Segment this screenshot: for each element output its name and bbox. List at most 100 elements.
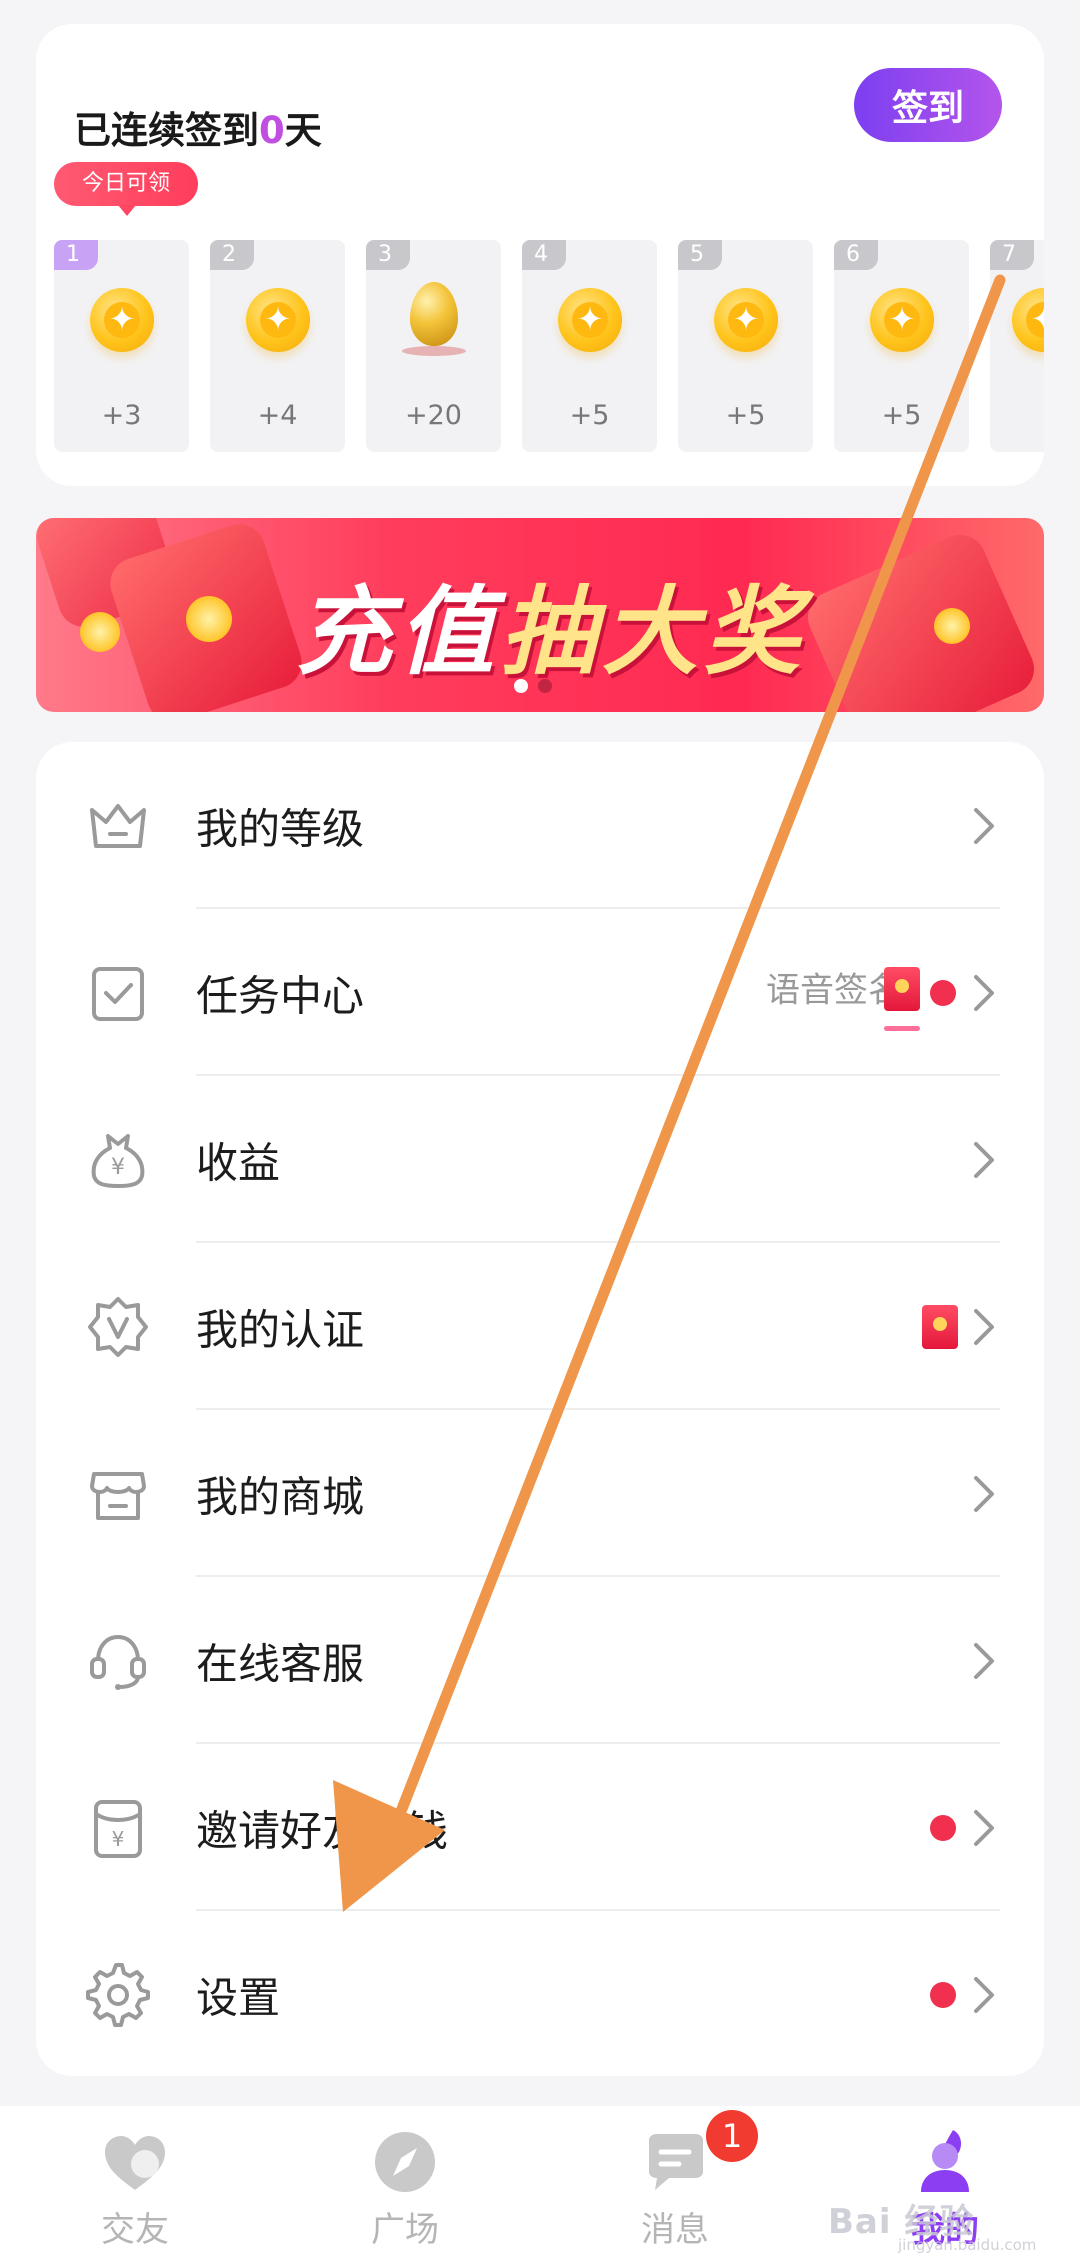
chevron-right-icon	[966, 1639, 1002, 1683]
notification-dot	[930, 1814, 956, 1841]
chevron-right-icon	[966, 1973, 1002, 2017]
menu-list-card: 我的等级 任务中心 语音签名 ¥ 收益 我的认证 我的商城 在线客服 ¥ 邀请好…	[36, 742, 1044, 2076]
menu-label: 在线客服	[196, 1639, 365, 1688]
profile-icon	[909, 2126, 981, 2198]
menu-label: 我的认证	[196, 1305, 365, 1354]
banner-dot	[538, 679, 552, 693]
checkin-day-3[interactable]: 3 +20	[366, 240, 501, 452]
menu-label: 我的商城	[196, 1472, 365, 1521]
egg-shadow	[402, 346, 466, 356]
day-reward: +20	[405, 400, 462, 431]
coin-icon	[1012, 288, 1044, 352]
chat-bubble-icon	[639, 2126, 711, 2198]
day-number: 3	[366, 240, 410, 270]
watermark-url: jingyan.baidu.com	[898, 2236, 1037, 2254]
menu-label: 邀请好友赚钱	[196, 1806, 449, 1855]
menu-label: 任务中心	[196, 971, 365, 1020]
chevron-right-icon	[966, 1305, 1002, 1349]
checkin-day-5[interactable]: 5 +5	[678, 240, 813, 452]
checkin-day-1[interactable]: 1 +3	[54, 240, 189, 452]
menu-item-my-shop[interactable]: 我的商城	[36, 1410, 1044, 1577]
checkin-streak-days: 0	[259, 109, 285, 152]
coin-icon	[558, 288, 622, 352]
coin-icon	[870, 288, 934, 352]
nav-label: 广场	[371, 2210, 439, 2250]
gold-coin-decoration	[80, 612, 120, 652]
day-reward: +4	[257, 400, 298, 431]
nav-label: 消息	[641, 2210, 709, 2250]
coin-icon	[246, 288, 310, 352]
recharge-lottery-banner[interactable]: 充值抽大奖	[36, 518, 1044, 712]
banner-title-main: 充值	[296, 576, 500, 688]
checkin-title-prefix: 已连续签到	[74, 109, 259, 152]
day-number: 5	[678, 240, 722, 270]
checkin-day-2[interactable]: 2 +4	[210, 240, 345, 452]
money-bag-icon: ¥	[84, 1126, 152, 1194]
gold-coin-decoration	[186, 596, 232, 642]
unread-message-badge: 1	[706, 2110, 758, 2162]
banner-title: 充值抽大奖	[296, 554, 836, 693]
chevron-right-icon	[966, 1472, 1002, 1516]
chevron-right-icon	[966, 1138, 1002, 1182]
red-packet-underline	[884, 1026, 920, 1031]
nav-tab-messages[interactable]: 1 消息	[540, 2106, 810, 2259]
svg-text:¥: ¥	[112, 1827, 125, 1851]
shop-icon	[84, 1460, 152, 1528]
notification-dot	[930, 1981, 956, 2008]
checkin-day-4[interactable]: 4 +5	[522, 240, 657, 452]
golden-egg-icon	[410, 282, 458, 346]
today-claimable-tag: 今日可领	[54, 162, 198, 216]
invite-envelope-icon: ¥	[84, 1794, 152, 1862]
compass-icon	[369, 2126, 441, 2198]
svg-text:¥: ¥	[111, 1155, 125, 1180]
menu-label: 设置	[196, 1973, 281, 2022]
coin-icon	[714, 288, 778, 352]
day-number: 1	[54, 240, 98, 270]
red-packet-icon	[922, 1304, 958, 1349]
checkin-title-suffix: 天	[284, 109, 322, 152]
checkin-day-strip[interactable]: 1 +3 2 +4 3 +20 4 +5 5 +5 6 +5	[54, 216, 1044, 452]
red-envelope-decoration	[799, 526, 1043, 712]
day-reward: +5	[881, 400, 922, 431]
chevron-right-icon	[966, 1806, 1002, 1850]
menu-item-online-service[interactable]: 在线客服	[36, 1577, 1044, 1744]
checkin-day-6[interactable]: 6 +5	[834, 240, 969, 452]
voice-signature-hint: 语音签名	[766, 970, 902, 1011]
red-packet-icon	[884, 966, 920, 1011]
day-number: 2	[210, 240, 254, 270]
chevron-right-icon	[966, 971, 1002, 1015]
checkin-card: 已连续签到0天 签到 今日可领 1 +3 2 +4 3 +20 4 +5 5 +…	[36, 24, 1044, 486]
menu-item-settings[interactable]: 设置	[36, 1911, 1044, 2076]
day-number: 7	[990, 240, 1034, 270]
coin-icon	[90, 288, 154, 352]
menu-label: 我的等级	[196, 804, 365, 853]
task-check-icon	[84, 959, 152, 1027]
gold-coin-decoration	[934, 608, 970, 644]
headset-icon	[84, 1627, 152, 1695]
menu-item-invite-friends[interactable]: ¥ 邀请好友赚钱	[36, 1744, 1044, 1911]
menu-item-task-center[interactable]: 任务中心 语音签名	[36, 909, 1044, 1076]
menu-item-earnings[interactable]: ¥ 收益	[36, 1076, 1044, 1243]
banner-title-highlight: 抽大奖	[500, 576, 806, 688]
banner-dot-active	[514, 679, 528, 693]
notification-dot	[930, 979, 956, 1006]
settings-gear-icon	[84, 1961, 152, 2029]
chevron-right-icon	[966, 804, 1002, 848]
menu-label: 收益	[196, 1138, 281, 1187]
banner-pagination	[514, 678, 562, 697]
verify-badge-icon	[84, 1293, 152, 1361]
heart-friends-icon	[99, 2126, 171, 2198]
crown-icon	[84, 792, 152, 860]
day-reward: +5	[569, 400, 610, 431]
nav-label: 交友	[101, 2210, 169, 2250]
day-reward: +3	[101, 400, 142, 431]
menu-item-my-verification[interactable]: 我的认证	[36, 1243, 1044, 1410]
day-reward: +5	[725, 400, 766, 431]
day-number: 4	[522, 240, 566, 270]
checkin-day-7[interactable]: 7	[990, 240, 1044, 452]
day-number: 6	[834, 240, 878, 270]
checkin-button[interactable]: 签到	[854, 68, 1002, 142]
nav-tab-square[interactable]: 广场	[270, 2106, 540, 2259]
nav-tab-friends[interactable]: 交友	[0, 2106, 270, 2259]
menu-item-my-level[interactable]: 我的等级	[36, 742, 1044, 909]
